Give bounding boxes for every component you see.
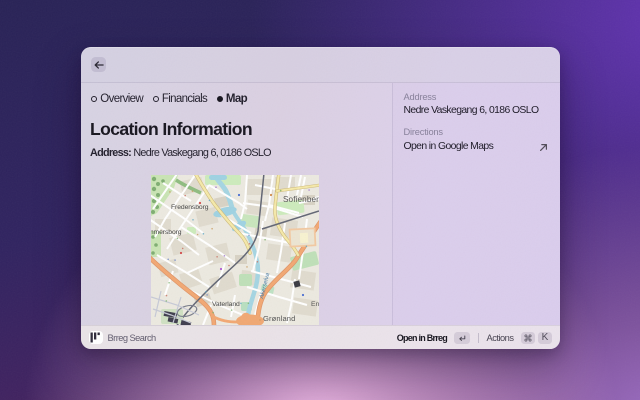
svg-text:mmersborg: mmersborg xyxy=(151,229,182,236)
svg-text:En: En xyxy=(311,301,319,308)
svg-text:Vaterland: Vaterland xyxy=(212,301,240,308)
svg-text:Fredensborg: Fredensborg xyxy=(171,204,209,211)
svg-text:Grønland: Grønland xyxy=(263,314,295,323)
svg-text:Sofienber: Sofienber xyxy=(283,195,319,204)
